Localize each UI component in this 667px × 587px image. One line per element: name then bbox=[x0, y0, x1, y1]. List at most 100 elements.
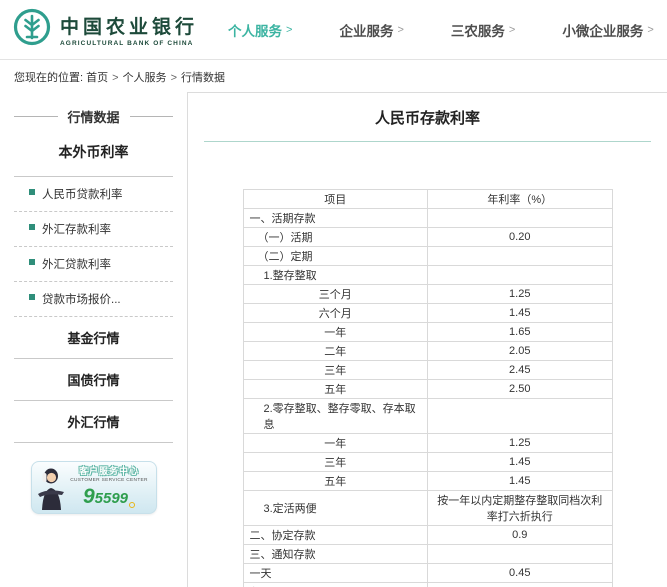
sidebar-item-人民币贷款利率[interactable]: 人民币贷款利率 bbox=[14, 177, 173, 212]
table-row: 1.整存整取 bbox=[243, 266, 612, 285]
table-row: （一）活期0.20 bbox=[243, 228, 612, 247]
rate-cell: 1.45 bbox=[428, 453, 613, 472]
service-center-title-en: CUSTOMER SERVICE CENTER bbox=[68, 478, 151, 483]
sidebar-item-贷款市场报价...[interactable]: 贷款市场报价... bbox=[14, 282, 173, 317]
item-cell: 三个月 bbox=[243, 285, 428, 304]
service-center-title-cn: 客户服务中心 bbox=[68, 467, 151, 477]
square-bullet-icon bbox=[29, 189, 35, 195]
item-cell: 五年 bbox=[243, 380, 428, 399]
table-header-row: 项目 年利率（%） bbox=[243, 190, 612, 209]
rate-cell: 1.45 bbox=[428, 472, 613, 491]
content-area: 行情数据 本外币利率 人民币贷款利率外汇存款利率外汇贷款利率贷款市场报价... … bbox=[0, 92, 667, 587]
deposit-rate-table: 项目 年利率（%） 一、活期存款（一）活期0.20（二）定期1.整存整取三个月1… bbox=[243, 189, 613, 587]
breadcrumb-link-行情数据[interactable]: 行情数据 bbox=[181, 72, 225, 84]
table-row: 五年1.45 bbox=[243, 472, 612, 491]
breadcrumb: 您现在的位置: 首页 > 个人服务 > 行情数据 bbox=[0, 60, 667, 92]
chevron-right-icon: > bbox=[509, 24, 515, 36]
top-nav: 个人服务> 企业服务 > 三农服务 > 小微企业服务 > bbox=[228, 20, 654, 40]
chevron-right-icon: > bbox=[286, 24, 292, 36]
chevron-right-icon: > bbox=[397, 24, 403, 36]
table-row: 五年2.50 bbox=[243, 380, 612, 399]
table-row: 三个月1.25 bbox=[243, 285, 612, 304]
square-bullet-icon bbox=[29, 224, 35, 230]
sidebar-item-currency-rates[interactable]: 本外币利率 bbox=[14, 126, 173, 176]
table-row: 三年2.45 bbox=[243, 361, 612, 380]
sidebar-sections: 基金行情国债行情外汇行情 bbox=[14, 317, 173, 443]
service-phone-number: 95599 bbox=[83, 485, 128, 508]
customer-service-banner[interactable]: 客户服务中心 CUSTOMER SERVICE CENTER 95599 bbox=[31, 461, 157, 514]
breadcrumb-prefix: 您现在的位置: bbox=[14, 72, 86, 84]
rate-cell bbox=[428, 247, 613, 266]
bank-logo[interactable]: 中国农业银行 AGRICULTURAL BANK OF CHINA bbox=[12, 7, 198, 52]
nav-item-小微企业服务[interactable]: 小微企业服务 > bbox=[562, 20, 653, 40]
nav-item-label: 小微企业服务 bbox=[562, 20, 643, 40]
column-header-rate: 年利率（%） bbox=[428, 190, 613, 209]
table-row: 二年2.05 bbox=[243, 342, 612, 361]
nav-item-企业服务[interactable]: 企业服务 > bbox=[339, 20, 403, 40]
item-cell: 三年 bbox=[243, 453, 428, 472]
rate-cell: 0.20 bbox=[428, 228, 613, 247]
breadcrumb-link-首页[interactable]: 首页 bbox=[86, 72, 108, 84]
item-cell: 一、活期存款 bbox=[243, 209, 428, 228]
bank-name-en: AGRICULTURAL BANK OF CHINA bbox=[60, 40, 198, 47]
breadcrumb-separator: > bbox=[171, 72, 177, 84]
rate-cell: 2.45 bbox=[428, 361, 613, 380]
chevron-right-icon: > bbox=[647, 24, 653, 36]
sidebar-item-label: 贷款市场报价... bbox=[42, 294, 121, 306]
sidebar-item-label: 外汇贷款利率 bbox=[42, 259, 111, 271]
bank-name-cn: 中国农业银行 bbox=[60, 12, 198, 39]
item-cell: 二年 bbox=[243, 342, 428, 361]
rate-cell: 2.05 bbox=[428, 342, 613, 361]
rate-cell bbox=[428, 209, 613, 228]
sidebar-item-外汇存款利率[interactable]: 外汇存款利率 bbox=[14, 212, 173, 247]
sidebar-item-label: 人民币贷款利率 bbox=[42, 189, 123, 201]
table-row: 一天0.45 bbox=[243, 564, 612, 583]
table-row: 六个月1.45 bbox=[243, 304, 612, 323]
rate-cell: 2.50 bbox=[428, 380, 613, 399]
nav-item-个人服务[interactable]: 个人服务> bbox=[228, 20, 292, 40]
table-row: 一、活期存款 bbox=[243, 209, 612, 228]
main-panel: 人民币存款利率 项目 年利率（%） 一、活期存款（一）活期0.20（二）定期1.… bbox=[187, 92, 667, 587]
breadcrumb-link-个人服务[interactable]: 个人服务 bbox=[123, 72, 167, 84]
rate-cell: 0.45 bbox=[428, 564, 613, 583]
rate-cell: 1.25 bbox=[428, 285, 613, 304]
sidebar-item-外汇行情[interactable]: 外汇行情 bbox=[14, 401, 173, 443]
sidebar: 行情数据 本外币利率 人民币贷款利率外汇存款利率外汇贷款利率贷款市场报价... … bbox=[0, 92, 187, 587]
item-cell: 1.整存整取 bbox=[243, 266, 428, 285]
sidebar-item-基金行情[interactable]: 基金行情 bbox=[14, 317, 173, 359]
sidebar-item-label: 外汇存款利率 bbox=[42, 224, 111, 236]
service-agent-icon bbox=[34, 464, 68, 511]
square-bullet-icon bbox=[29, 294, 35, 300]
item-cell: 一年 bbox=[243, 434, 428, 453]
breadcrumb-separator: > bbox=[112, 72, 118, 84]
sidebar-links: 人民币贷款利率外汇存款利率外汇贷款利率贷款市场报价... bbox=[14, 177, 173, 317]
square-bullet-icon bbox=[29, 259, 35, 265]
sidebar-item-外汇贷款利率[interactable]: 外汇贷款利率 bbox=[14, 247, 173, 282]
smile-icon bbox=[129, 502, 135, 508]
item-cell: 七天 bbox=[243, 583, 428, 587]
table-row: 2.零存整取、整存零取、存本取息 bbox=[243, 399, 612, 434]
nav-item-三农服务[interactable]: 三农服务 > bbox=[451, 20, 515, 40]
table-row: 三年1.45 bbox=[243, 453, 612, 472]
table-row: 一年1.65 bbox=[243, 323, 612, 342]
rate-cell: 1.25 bbox=[428, 434, 613, 453]
rate-cell: 1.00 bbox=[428, 583, 613, 587]
item-cell: 五年 bbox=[243, 472, 428, 491]
item-cell: 三年 bbox=[243, 361, 428, 380]
sidebar-section-title: 行情数据 bbox=[14, 107, 173, 126]
table-row: 七天1.00 bbox=[243, 583, 612, 587]
page-title: 人民币存款利率 bbox=[188, 93, 667, 128]
item-cell: 二、协定存款 bbox=[243, 526, 428, 545]
table-row: （二）定期 bbox=[243, 247, 612, 266]
item-cell: 一天 bbox=[243, 564, 428, 583]
item-cell: 2.零存整取、整存零取、存本取息 bbox=[243, 399, 428, 434]
rate-cell: 按一年以内定期整存整取同档次利率打六折执行 bbox=[428, 491, 613, 526]
sidebar-item-国债行情[interactable]: 国债行情 bbox=[14, 359, 173, 401]
table-row: 一年1.25 bbox=[243, 434, 612, 453]
nav-item-label: 企业服务 bbox=[339, 20, 393, 40]
item-cell: 六个月 bbox=[243, 304, 428, 323]
bank-logo-icon bbox=[12, 7, 52, 52]
column-header-item: 项目 bbox=[243, 190, 428, 209]
rate-cell bbox=[428, 399, 613, 434]
nav-item-label: 三农服务 bbox=[451, 20, 505, 40]
